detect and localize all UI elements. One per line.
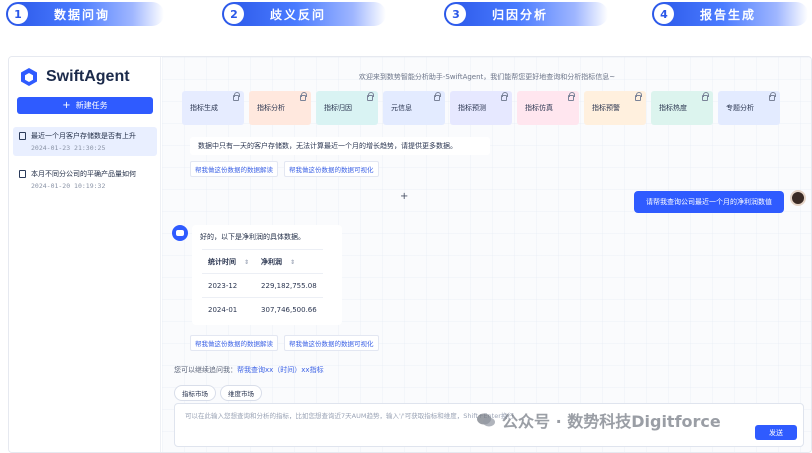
send-button[interactable]: 发送 [755, 425, 797, 440]
lock-icon [769, 92, 776, 101]
card-topic-analysis[interactable]: 专题分析 [718, 91, 780, 125]
lock-icon [434, 92, 441, 101]
chat-main-area: 欢迎来到数势智能分析助手-SwiftAgent，我们能帮您更好地查询和分析指标信… [162, 57, 811, 452]
history-title: 本月不同分公司的平确产品量如何 [31, 170, 136, 178]
lock-icon [501, 92, 508, 101]
app-window: SwiftAgent + 新建任务 最近一个月客户存储数是否有上升 2024-0… [8, 56, 812, 453]
step-2: 2 歧义反问 [222, 2, 386, 26]
welcome-text: 欢迎来到数势智能分析助手-SwiftAgent，我们能帮您更好地查询和分析指标信… [358, 73, 616, 81]
card-metric-analysis[interactable]: 指标分析 [249, 91, 311, 125]
data-visualize-link[interactable]: 帮我做这份数据的数据可视化 [284, 161, 379, 177]
answer-caption: 好的，以下是净利润的具体数据。 [200, 233, 305, 241]
column-header[interactable]: 净利润 ⇕ [255, 249, 323, 274]
card-metric-heat[interactable]: 指标热度 [651, 91, 713, 125]
crosshair-cursor-icon: + [400, 191, 409, 202]
metric-market-chip[interactable]: 指标市场 [174, 385, 216, 401]
card-metric-simulation[interactable]: 指标仿真 [517, 91, 579, 125]
step-number: 1 [8, 4, 28, 24]
step-number: 3 [446, 4, 466, 24]
data-visualize-link[interactable]: 帮我做这份数据的数据可视化 [284, 335, 379, 351]
bot-avatar-icon [172, 225, 188, 241]
market-chips: 指标市场 维度市场 [174, 385, 262, 401]
lock-icon [702, 92, 709, 101]
sort-icon[interactable]: ⇕ [244, 259, 249, 266]
watermark-text: 公众号 · 数势科技Digitforce [502, 412, 721, 431]
document-icon [19, 132, 26, 140]
sort-icon[interactable]: ⇕ [290, 259, 295, 266]
step-label: 归因分析 [492, 7, 549, 22]
process-steps-banner: 1 数据问询 2 歧义反问 3 归因分析 4 报告生成 [0, 0, 812, 30]
step-3: 3 归因分析 [444, 2, 608, 26]
table-cell: 229,182,755.08 [255, 273, 323, 298]
column-header[interactable]: 统计时间 ⇕ [202, 249, 256, 274]
table-cell: 307,746,500.66 [255, 297, 323, 322]
new-task-label: 新建任务 [75, 101, 108, 110]
data-interpret-link[interactable]: 帮我做这份数据的数据解读 [190, 335, 278, 351]
lock-icon [233, 92, 240, 101]
history-item[interactable]: 最近一个月客户存储数是否有上升 2024-01-23 21:30:25 [13, 127, 157, 156]
table-row: 2023-12 229,182,755.08 [202, 273, 323, 298]
lock-icon [635, 92, 642, 101]
lock-icon [300, 92, 307, 101]
table-cell: 2024-01 [202, 297, 256, 322]
card-metadata[interactable]: 元信息 [383, 91, 445, 125]
user-avatar [790, 190, 806, 206]
data-interpret-link[interactable]: 帮我做这份数据的数据解读 [190, 161, 278, 177]
history-date: 2024-01-23 21:30:25 [31, 144, 106, 152]
slide-root: 1 数据问询 2 歧义反问 3 归因分析 4 报告生成 SwiftAgent +… [0, 0, 812, 453]
chat-input-placeholder: 可以在此输入您想查询和分析的指标，比如您想查询近7天AUM趋势，输入'/'可获取… [185, 412, 514, 420]
step-1: 1 数据问询 [6, 2, 164, 26]
wechat-icon [476, 412, 496, 428]
bot-notice-message: 数据中只有一天的客户存储数，无法计算最近一个月的增长趋势，请提供更多数据。 [190, 137, 490, 155]
result-table: 统计时间 ⇕ 净利润 ⇕ 2023-12 229,182,755.08 2024-0… [202, 249, 323, 322]
lock-icon [568, 92, 575, 101]
history-date: 2024-01-20 10:19:32 [31, 182, 106, 190]
card-metric-generate[interactable]: 指标生成 [182, 91, 244, 125]
swiftagent-logo-icon [19, 67, 39, 87]
step-label: 歧义反问 [270, 7, 327, 22]
step-number: 2 [224, 4, 244, 24]
wechat-watermark: 公众号 · 数势科技Digitforce [476, 408, 721, 432]
bot-answer-card: 好的，以下是净利润的具体数据。 统计时间 ⇕ 净利润 ⇕ 2023-12 229,1… [192, 225, 342, 325]
step-number: 4 [654, 4, 674, 24]
sidebar: SwiftAgent + 新建任务 最近一个月客户存储数是否有上升 2024-0… [9, 57, 161, 452]
plus-icon: + [62, 100, 71, 111]
card-metric-alert[interactable]: 指标预警 [584, 91, 646, 125]
table-row: 2024-01 307,746,500.66 [202, 297, 323, 322]
document-icon [19, 170, 26, 178]
step-label: 报告生成 [700, 7, 757, 22]
suggestion-links: 帮我做这份数据的数据解读 帮我做这份数据的数据可视化 [190, 161, 379, 177]
new-task-button[interactable]: + 新建任务 [17, 97, 153, 114]
follow-up-suggestion[interactable]: 帮我查询xx（时间）xx指标 [237, 366, 324, 374]
app-name: SwiftAgent [46, 68, 130, 85]
app-logo: SwiftAgent [19, 67, 130, 87]
step-label: 数据问询 [54, 7, 111, 22]
table-cell: 2023-12 [202, 273, 256, 298]
follow-up-hint: 您可以继续追问我：帮我查询xx（时间）xx指标 [174, 366, 324, 374]
card-metric-forecast[interactable]: 指标预测 [450, 91, 512, 125]
lock-icon [367, 92, 374, 101]
user-message: 请帮我查询公司最近一个月的净利润数值 [634, 191, 784, 213]
capability-cards: 指标生成 指标分析 指标归因 元信息 指标预测 指标仿真 指标预警 指标热度 专… [182, 91, 780, 125]
card-metric-attribution[interactable]: 指标归因 [316, 91, 378, 125]
suggestion-links: 帮我做这份数据的数据解读 帮我做这份数据的数据可视化 [190, 335, 379, 351]
step-4: 4 报告生成 [652, 2, 808, 26]
dimension-market-chip[interactable]: 维度市场 [220, 385, 262, 401]
history-title: 最近一个月客户存储数是否有上升 [31, 132, 136, 140]
history-item[interactable]: 本月不同分公司的平确产品量如何 2024-01-20 10:19:32 [13, 165, 157, 194]
